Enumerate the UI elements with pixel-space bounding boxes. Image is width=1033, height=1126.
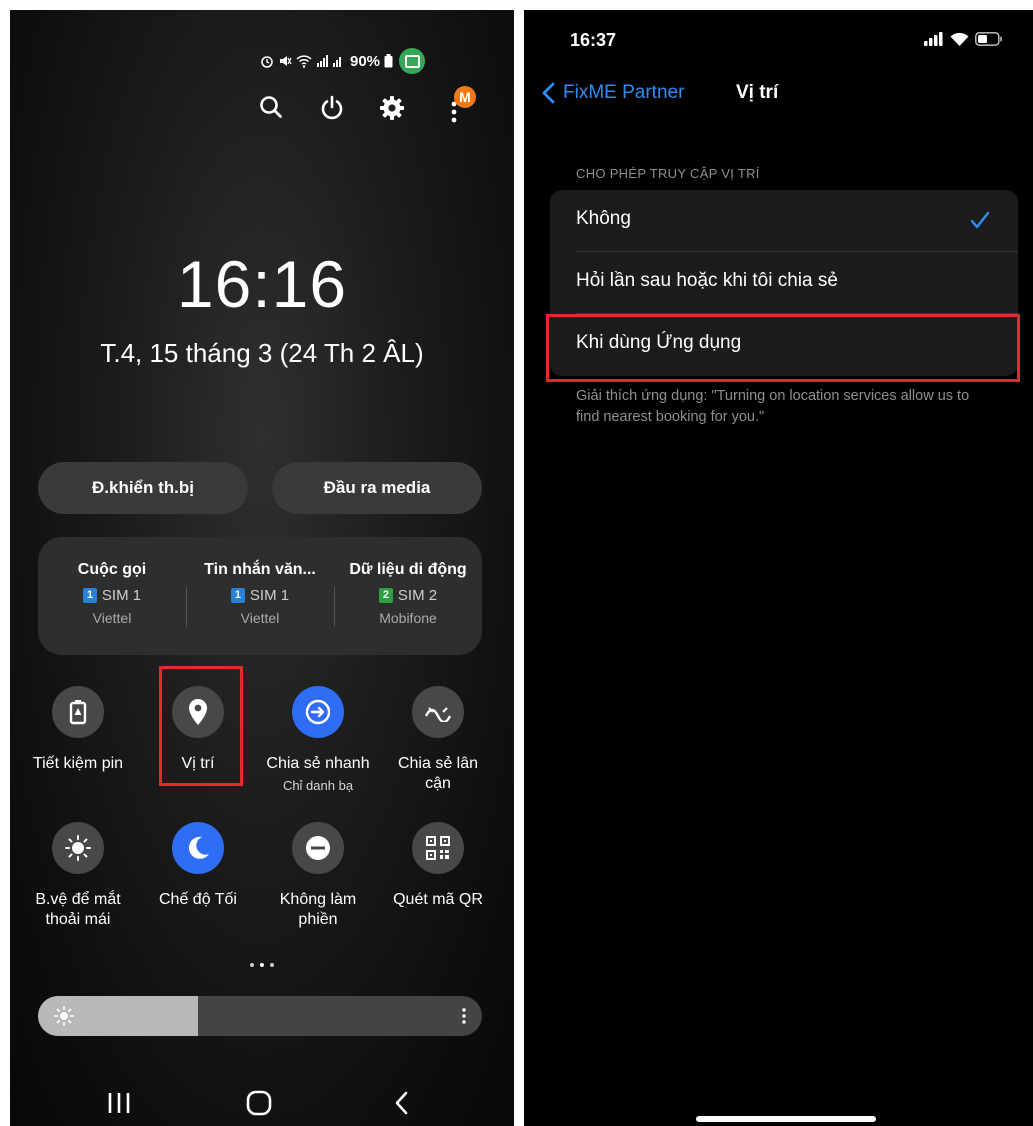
battery-saver-icon xyxy=(69,700,87,725)
battery-icon xyxy=(975,32,1002,46)
home-indicator[interactable] xyxy=(696,1116,876,1122)
screenshot-app-icon xyxy=(399,48,426,74)
app-explanation-note: Giải thích ứng dụng: "Turning on locatio… xyxy=(576,388,970,425)
settings-button[interactable] xyxy=(378,94,406,124)
gear-icon xyxy=(380,96,404,120)
sim-item-title: Cuộc gọi xyxy=(77,561,147,578)
power-button[interactable] xyxy=(318,94,346,124)
page-dot xyxy=(250,963,254,967)
tile-label: Chia sẻ lân cận xyxy=(397,755,479,792)
back-button[interactable]: FixME Partner xyxy=(542,82,684,104)
cellular-signal-icon xyxy=(924,32,943,46)
search-icon xyxy=(260,96,282,118)
option-label: Không xyxy=(576,208,631,229)
sim-item-mobile-data[interactable]: Dữ liệu di động 2 SIM 2 Mobifone xyxy=(334,537,482,655)
dark-mode-icon xyxy=(188,836,209,859)
battery-icon xyxy=(384,54,393,68)
nearby-share-icon xyxy=(424,707,452,722)
sim-item-messages[interactable]: Tin nhắn văn... 1 SIM 1 Viettel xyxy=(186,537,334,655)
home-button[interactable] xyxy=(244,1088,274,1126)
device-control-button[interactable]: Đ.khiển th.bị xyxy=(38,462,248,514)
back-button[interactable] xyxy=(388,1088,418,1126)
location-highlight-box xyxy=(159,666,243,786)
tile-button[interactable] xyxy=(52,686,104,738)
tile-button[interactable] xyxy=(52,822,104,874)
tile-label: Quét mã QR xyxy=(393,891,483,908)
tile-nearby-share[interactable]: Chia sẻ lân cận xyxy=(383,686,493,794)
tile-label: Không làm phiền xyxy=(279,891,357,928)
sim-label: SIM 2 xyxy=(397,587,438,604)
tile-label: Chia sẻ nhanh xyxy=(266,755,370,772)
sim-item-title: Dữ liệu di động xyxy=(349,561,467,578)
quick-share-icon xyxy=(305,699,331,725)
ios-status-bar xyxy=(924,32,1003,46)
clock: 16:16 xyxy=(176,247,348,321)
sim-item-title: Tin nhắn văn... xyxy=(204,561,316,578)
more-options-button[interactable]: M xyxy=(444,86,478,128)
back-icon xyxy=(395,1091,408,1115)
android-quick-panel: 90% M 16:16 T.4, 15 tháng 3 (24 Th 2 ÂL)… xyxy=(10,10,514,1126)
sim-badge: 2 xyxy=(378,588,393,603)
option-ask-next-time[interactable]: Hỏi lần sau hoặc khi tôi chia sẻ xyxy=(550,252,1018,314)
wifi-icon xyxy=(296,54,312,68)
tile-dark-mode[interactable]: Chế độ Tối xyxy=(143,822,253,910)
checkmark-icon xyxy=(970,211,990,229)
section-header: CHO PHÉP TRUY CẬP VỊ TRÍ xyxy=(576,166,760,181)
page-dot xyxy=(270,963,274,967)
sim-carrier: Viettel xyxy=(240,610,280,626)
power-icon xyxy=(321,95,343,120)
tile-quick-share[interactable]: Chia sẻ nhanh Chỉ danh bạ xyxy=(263,686,373,793)
ios-location-settings: 16:37 FixME Partner Vị trí CHO PHÉP TRUY… xyxy=(524,10,1033,1126)
alarm-icon xyxy=(261,56,273,68)
page-dot-current xyxy=(260,963,264,967)
tile-button[interactable] xyxy=(292,686,344,738)
media-output-button[interactable]: Đầu ra media xyxy=(272,462,482,514)
option-never[interactable]: Không xyxy=(550,190,1018,252)
tile-button[interactable] xyxy=(292,822,344,874)
recents-icon xyxy=(108,1093,130,1113)
tile-battery-saver[interactable]: Tiết kiệm pin xyxy=(23,686,133,774)
tile-button[interactable] xyxy=(412,686,464,738)
sim-carrier: Mobifone xyxy=(379,610,437,626)
ios-status-time: 16:37 xyxy=(570,30,617,50)
sim-badge: 1 xyxy=(82,588,97,603)
back-label: FixME Partner xyxy=(563,82,685,103)
page-indicator xyxy=(10,954,514,972)
sim-label: SIM 1 xyxy=(249,587,290,604)
tile-qr-scan[interactable]: Quét mã QR xyxy=(383,822,493,910)
do-not-disturb-icon xyxy=(306,836,330,860)
date: T.4, 15 tháng 3 (24 Th 2 ÂL) xyxy=(100,338,424,368)
brightness-icon xyxy=(54,1006,74,1026)
tile-label: Chế độ Tối xyxy=(159,891,237,908)
tile-sublabel: Chỉ danh bạ xyxy=(282,778,354,793)
qr-code-icon xyxy=(426,836,450,860)
brightness-more-icon[interactable] xyxy=(460,1006,468,1026)
tile-button[interactable] xyxy=(412,822,464,874)
sim-carrier: Viettel xyxy=(92,610,132,626)
sim-item-calls[interactable]: Cuộc gọi 1 SIM 1 Viettel xyxy=(38,537,186,655)
avatar: M xyxy=(454,86,476,108)
option-label: Hỏi lần sau hoặc khi tôi chia sẻ xyxy=(576,270,838,291)
tile-label: Tiết kiệm pin xyxy=(32,755,124,772)
chevron-left-icon xyxy=(542,82,555,104)
home-icon xyxy=(246,1090,272,1116)
eye-comfort-icon xyxy=(65,835,91,861)
sim-label: SIM 1 xyxy=(101,587,142,604)
tile-do-not-disturb[interactable]: Không làm phiền xyxy=(263,822,373,930)
sim-panel: Cuộc gọi 1 SIM 1 Viettel Tin nhắn văn... … xyxy=(38,537,482,655)
android-status-bar: 90% xyxy=(260,48,426,74)
brightness-slider[interactable] xyxy=(38,996,482,1036)
tile-button[interactable] xyxy=(172,822,224,874)
search-button[interactable] xyxy=(258,94,286,124)
sim-badge: 1 xyxy=(230,588,245,603)
signal-icon xyxy=(317,54,341,67)
page-title: Vị trí xyxy=(736,82,779,103)
battery-percent: 90% xyxy=(350,52,381,70)
tile-eye-comfort[interactable]: B.vệ để mắt thoải mái xyxy=(23,822,133,930)
while-using-highlight-box xyxy=(546,314,1020,382)
mute-icon xyxy=(280,56,292,66)
recents-button[interactable] xyxy=(104,1088,134,1126)
wifi-icon xyxy=(950,32,969,46)
tile-label: B.vệ để mắt thoải mái xyxy=(35,891,121,928)
